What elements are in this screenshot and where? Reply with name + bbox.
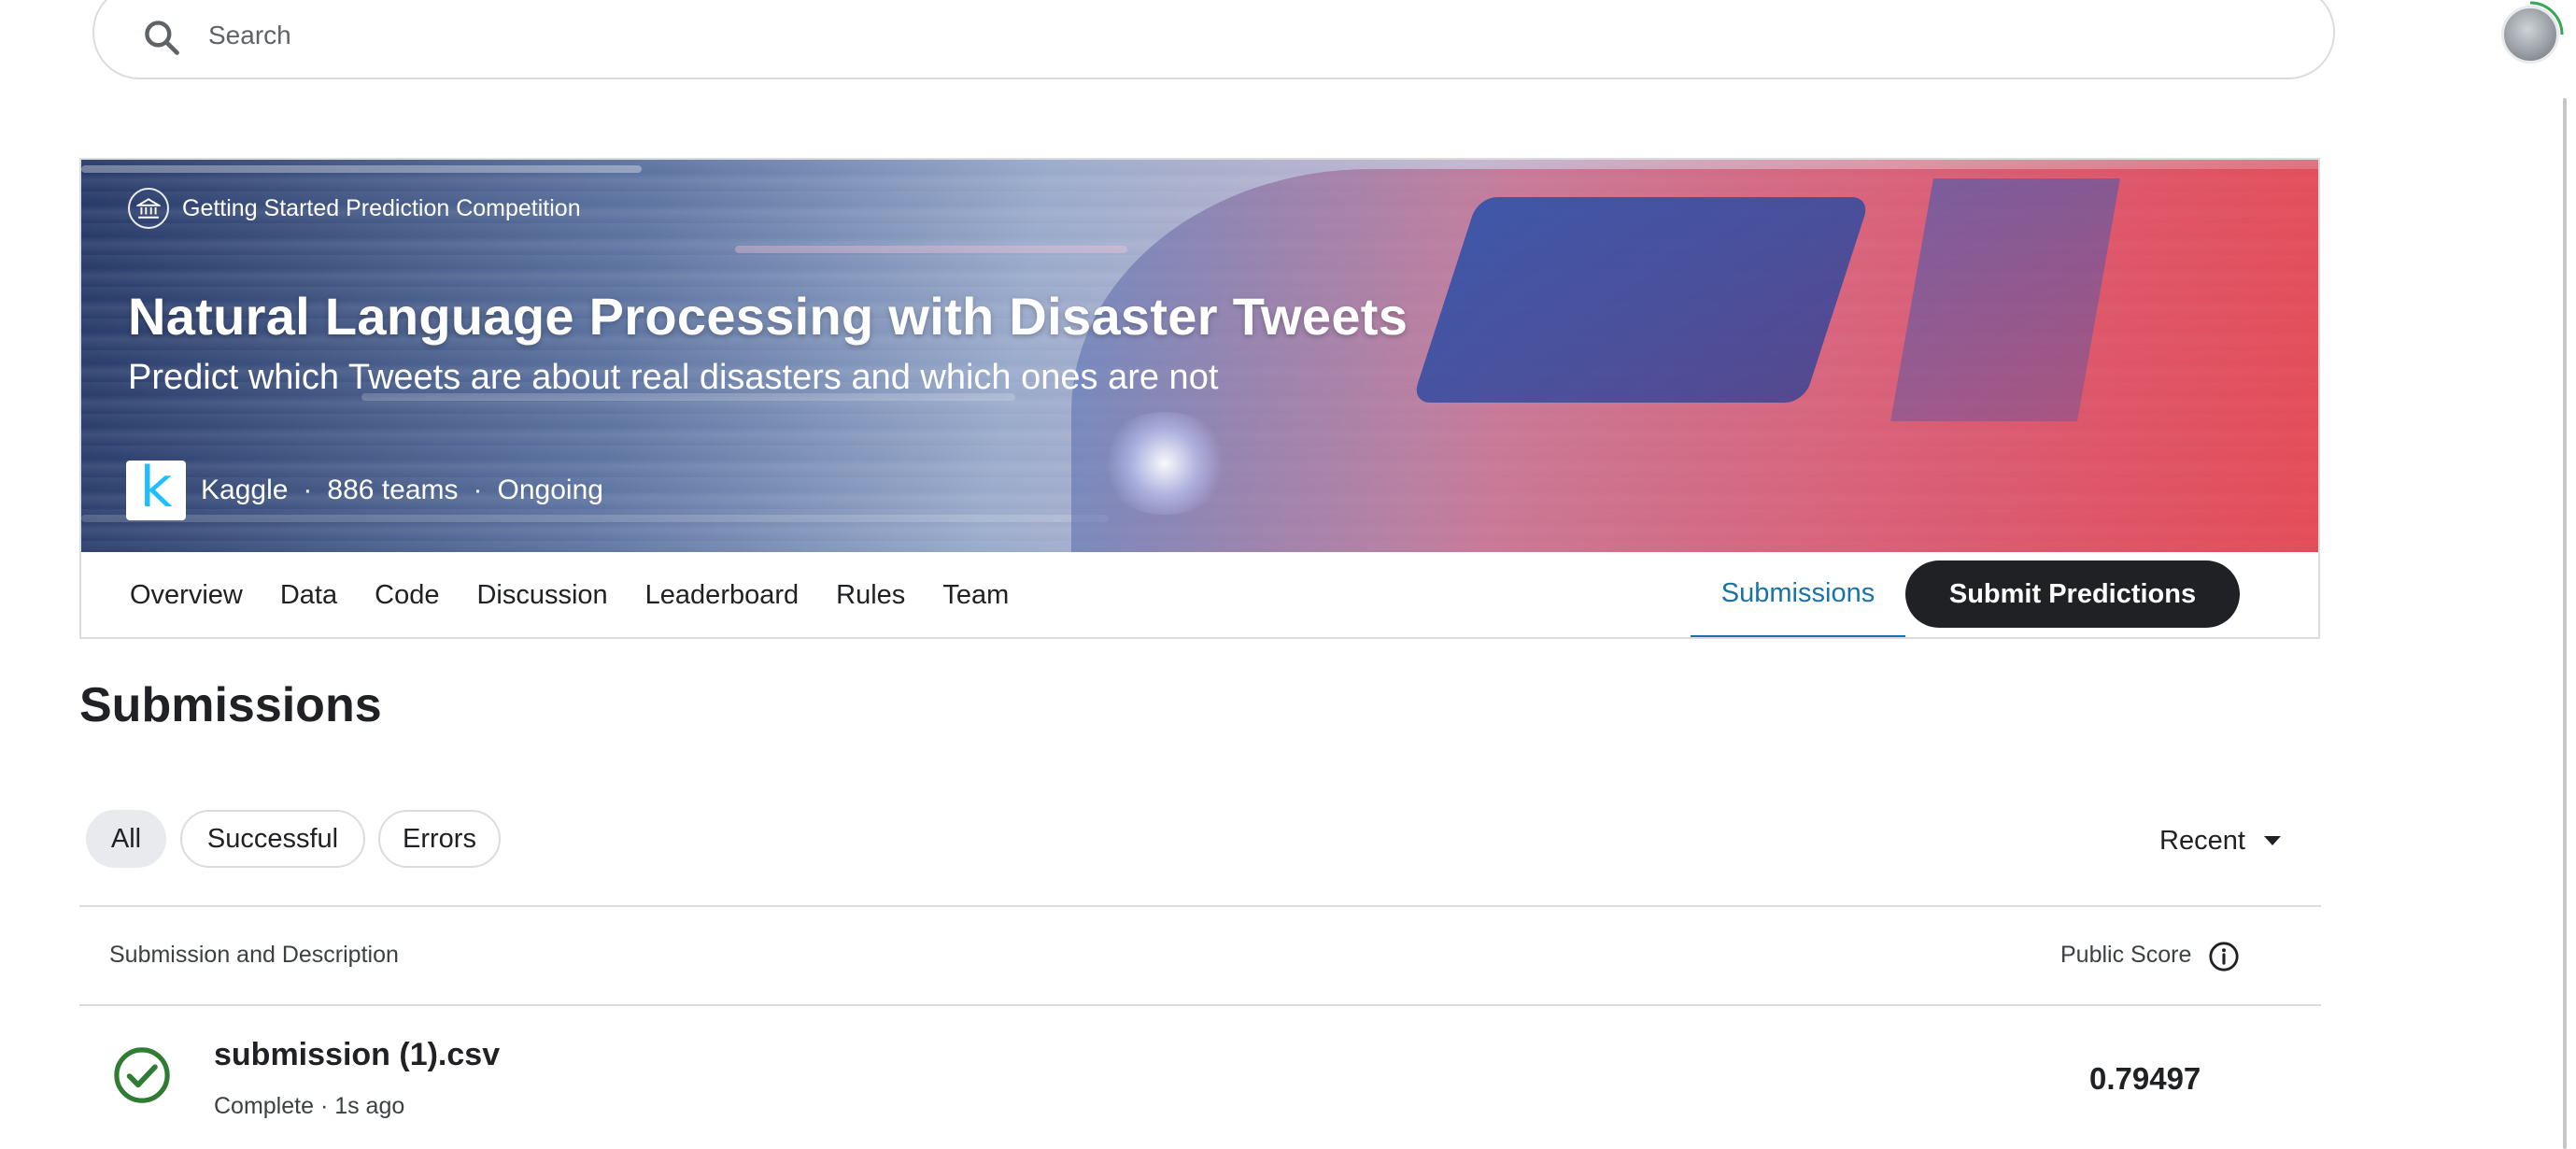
sort-dropdown-value: Recent <box>2159 825 2245 856</box>
caret-down-icon <box>2263 836 2281 845</box>
separator: · <box>303 475 313 505</box>
tab-leaderboard[interactable]: Leaderboard <box>645 580 799 611</box>
search-input[interactable] <box>206 6 2261 65</box>
bank-icon <box>128 188 169 229</box>
tab-overview[interactable]: Overview <box>130 580 243 611</box>
tab-data[interactable]: Data <box>280 580 337 611</box>
host-info: k Kaggle · 886 teams · Ongoing <box>126 460 603 520</box>
tab-rules[interactable]: Rules <box>836 580 905 611</box>
team-count: 886 teams <box>327 475 459 505</box>
divider <box>79 905 2321 907</box>
avatar[interactable] <box>2501 6 2559 64</box>
banner-streak <box>735 246 1127 253</box>
submission-file-name[interactable]: submission (1).csv <box>214 1037 500 1073</box>
page-title: Submissions <box>79 678 382 732</box>
kaggle-logo[interactable]: k <box>126 460 186 520</box>
banner-ambulance-window <box>1411 197 1871 403</box>
submission-status: Complete · 1s ago <box>214 1093 405 1119</box>
tab-discussion[interactable]: Discussion <box>476 580 607 611</box>
banner-streak <box>81 165 642 173</box>
public-score: 0.79497 <box>2089 1061 2201 1096</box>
submit-predictions-button[interactable]: Submit Predictions <box>1905 560 2240 628</box>
competition-header: Getting Started Prediction Competition N… <box>79 158 2320 639</box>
search-icon <box>145 21 179 55</box>
filter-chip-all[interactable]: All <box>86 810 166 868</box>
search-bar[interactable] <box>92 0 2335 79</box>
column-header-public-score: Public Score <box>2060 942 2192 968</box>
column-header-submission: Submission and Description <box>109 942 399 968</box>
competition-type: Getting Started Prediction Competition <box>128 188 581 229</box>
tab-team[interactable]: Team <box>942 580 1009 611</box>
competition-tabs: Overview Data Code Discussion Leaderboar… <box>81 552 2318 637</box>
table-row[interactable]: submission (1).csv Complete · 1s ago 0.7… <box>79 1007 2321 1149</box>
check-circle-icon <box>114 1047 170 1103</box>
filter-chip-successful[interactable]: Successful <box>180 810 365 868</box>
competition-status: Ongoing <box>497 475 603 505</box>
competition-title: Natural Language Processing with Disaste… <box>128 287 1408 346</box>
sort-dropdown[interactable]: Recent <box>2159 817 2281 864</box>
tab-code[interactable]: Code <box>375 580 439 611</box>
info-icon[interactable] <box>2208 941 2240 972</box>
banner-image: Getting Started Prediction Competition N… <box>81 160 2318 552</box>
scrollbar[interactable] <box>2563 98 2567 1149</box>
tab-submissions[interactable]: Submissions <box>1691 552 1905 637</box>
divider <box>79 1004 2321 1006</box>
banner-headlight <box>1099 412 1230 515</box>
competition-subtitle: Predict which Tweets are about real disa… <box>128 358 1219 397</box>
host-name[interactable]: Kaggle <box>201 475 288 506</box>
filter-chip-errors[interactable]: Errors <box>378 810 501 868</box>
separator: · <box>473 475 483 505</box>
competition-type-label: Getting Started Prediction Competition <box>182 194 581 221</box>
